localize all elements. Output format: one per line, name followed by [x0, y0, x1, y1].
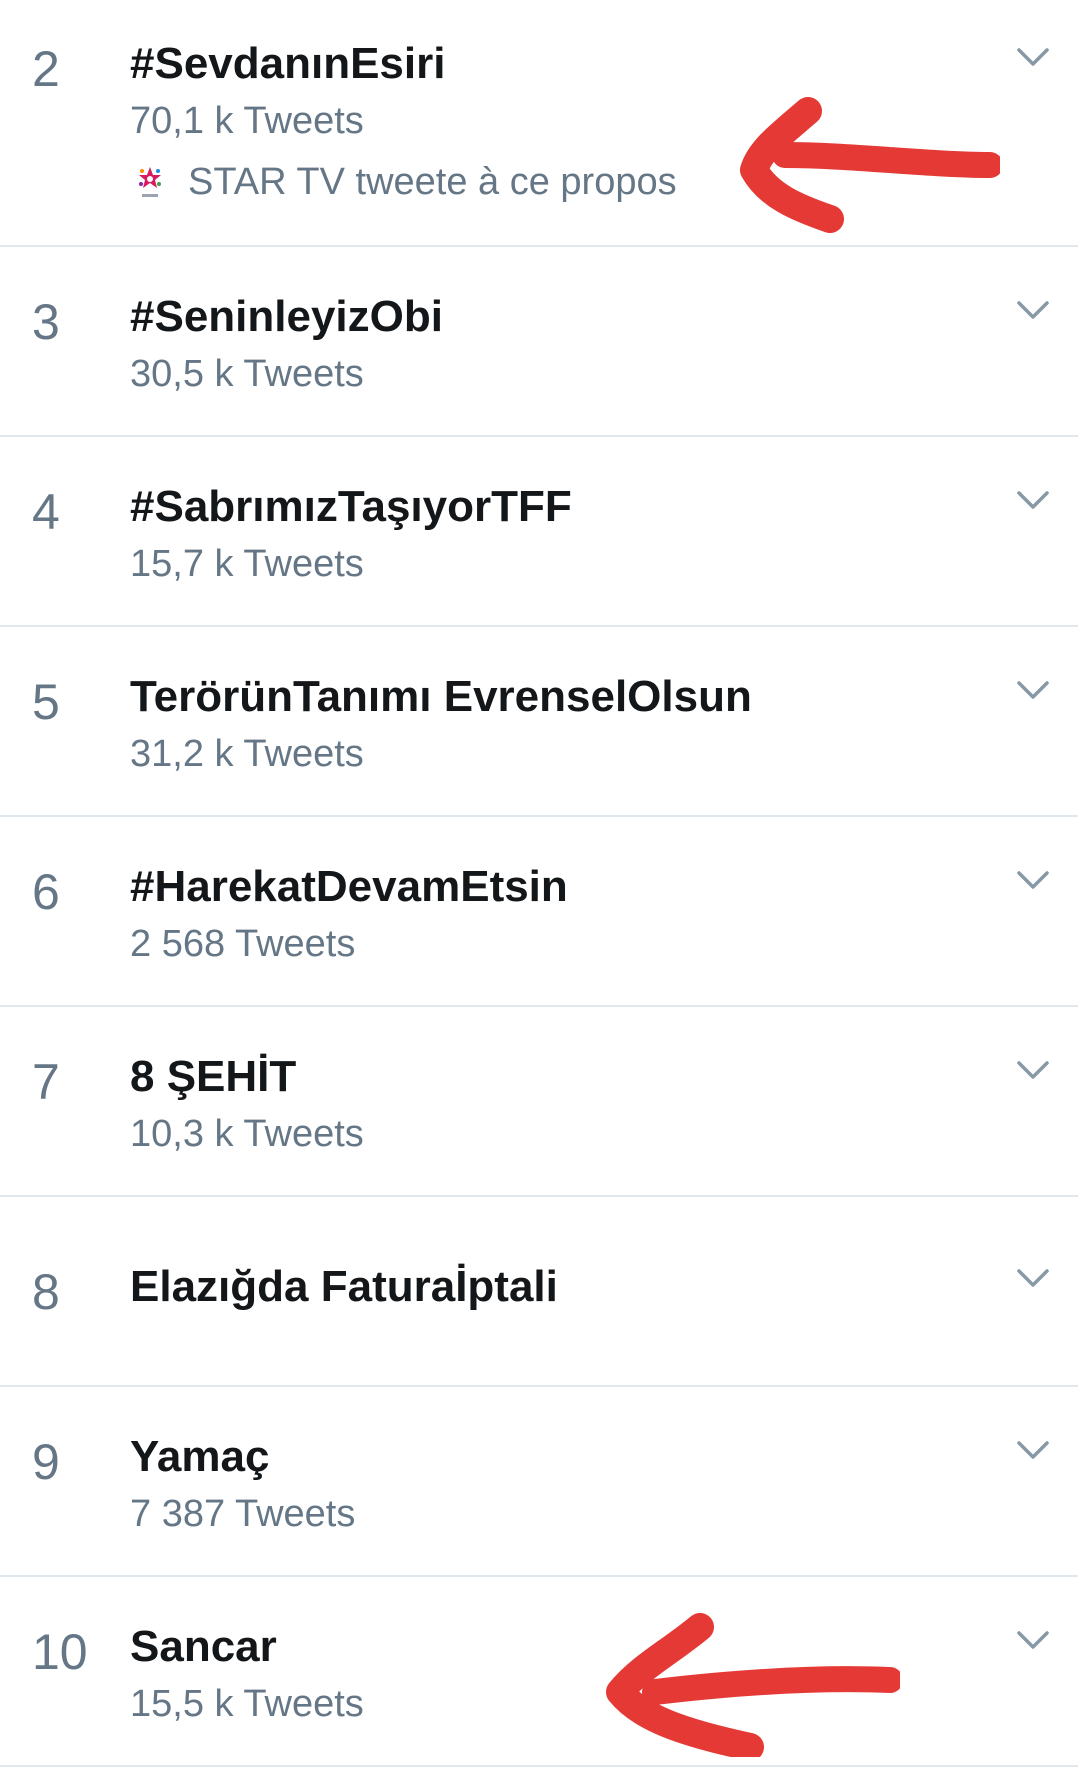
trend-tweet-count: 30,5 k Tweets — [130, 353, 364, 395]
trend-context-text: STAR TV tweete à ce propos — [188, 161, 677, 203]
trend-topic[interactable]: #SevdanınEsiri — [130, 42, 445, 86]
red-arrow-annotation-icon — [606, 1613, 900, 1757]
trend-rank: 6 — [32, 864, 60, 920]
trend-row[interactable]: 3 #SeninleyizObi 30,5 k Tweets — [0, 247, 1078, 437]
trend-row[interactable]: 10 Sancar 15,5 k Tweets — [0, 1577, 1078, 1767]
trend-rank: 5 — [32, 674, 60, 730]
trend-row[interactable]: 8 Elazığda Faturaİptali — [0, 1197, 1078, 1387]
chevron-down-icon[interactable] — [1016, 679, 1050, 701]
trend-context: STAR TV tweete à ce propos — [130, 162, 677, 202]
trend-rank: 2 — [32, 41, 60, 97]
red-arrow-annotation-icon — [740, 97, 1000, 233]
trend-row[interactable]: 2 #SevdanınEsiri 70,1 k Tweets STAR TV t… — [0, 0, 1078, 247]
trend-row[interactable]: 6 #HarekatDevamEtsin 2 568 Tweets — [0, 817, 1078, 1007]
trend-topic[interactable]: #HarekatDevamEtsin — [130, 865, 568, 909]
trend-topic[interactable]: 8 ŞEHİT — [130, 1055, 296, 1099]
chevron-down-icon[interactable] — [1016, 1629, 1050, 1651]
trend-row[interactable]: 5 TerörünTanımı EvrenselOlsun 31,2 k Twe… — [0, 627, 1078, 817]
chevron-down-icon[interactable] — [1016, 1439, 1050, 1461]
trend-rank: 7 — [32, 1054, 60, 1110]
trend-tweet-count: 31,2 k Tweets — [130, 733, 364, 775]
trend-tweet-count: 70,1 k Tweets — [130, 100, 364, 142]
trend-tweet-count: 2 568 Tweets — [130, 923, 356, 965]
trend-rank: 9 — [32, 1434, 60, 1490]
trend-row[interactable]: 4 #SabrımızTaşıyorTFF 15,7 k Tweets — [0, 437, 1078, 627]
chevron-down-icon[interactable] — [1016, 869, 1050, 891]
chevron-down-icon[interactable] — [1016, 489, 1050, 511]
trend-topic[interactable]: Yamaç — [130, 1435, 269, 1479]
trend-topic[interactable]: TerörünTanımı EvrenselOlsun — [130, 675, 752, 719]
trend-tweet-count: 15,5 k Tweets — [130, 1683, 364, 1725]
trend-tweet-count: 10,3 k Tweets — [130, 1113, 364, 1155]
trend-tweet-count: 15,7 k Tweets — [130, 543, 364, 585]
trend-topic[interactable]: Sancar — [130, 1625, 277, 1669]
trend-row[interactable]: 9 Yamaç 7 387 Tweets — [0, 1387, 1078, 1577]
trend-topic[interactable]: #SabrımızTaşıyorTFF — [130, 485, 572, 529]
chevron-down-icon[interactable] — [1016, 46, 1050, 68]
trend-rank: 4 — [32, 484, 60, 540]
chevron-down-icon[interactable] — [1016, 1267, 1050, 1289]
trend-rank: 10 — [32, 1624, 88, 1680]
star-tv-logo-icon — [139, 167, 161, 197]
trend-tweet-count: 7 387 Tweets — [130, 1493, 356, 1535]
chevron-down-icon[interactable] — [1016, 299, 1050, 321]
trend-topic[interactable]: #SeninleyizObi — [130, 295, 443, 339]
trend-rank: 8 — [32, 1264, 60, 1320]
trend-topic[interactable]: Elazığda Faturaİptali — [130, 1265, 558, 1309]
trend-rank: 3 — [32, 294, 60, 350]
trend-row[interactable]: 7 8 ŞEHİT 10,3 k Tweets — [0, 1007, 1078, 1197]
chevron-down-icon[interactable] — [1016, 1059, 1050, 1081]
